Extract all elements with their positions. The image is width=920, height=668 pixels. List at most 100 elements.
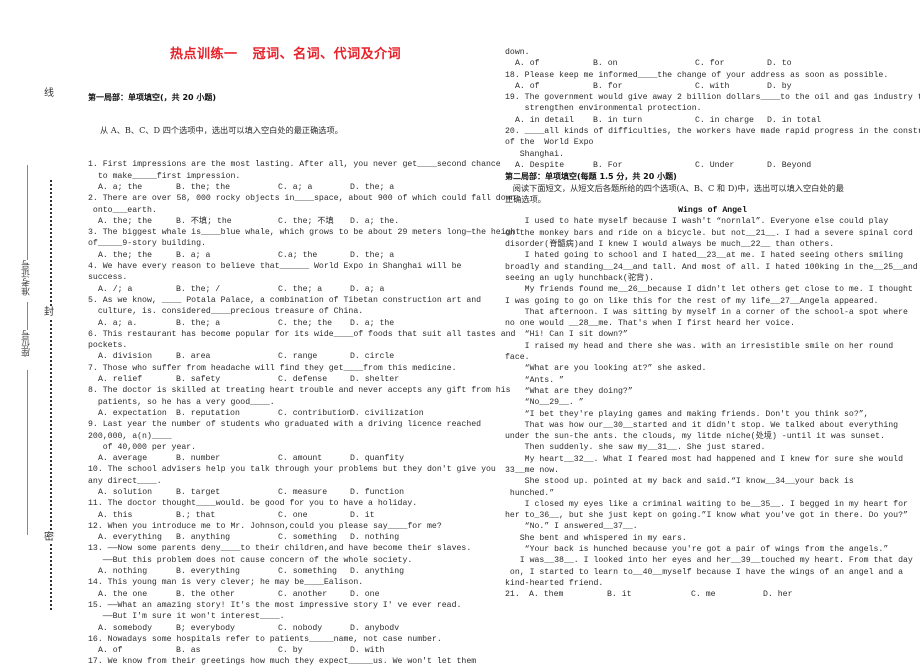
option-a[interactable]: A. of bbox=[515, 58, 540, 69]
option-a[interactable]: A. Despite bbox=[515, 160, 564, 171]
option-b[interactable]: B. as bbox=[176, 645, 201, 656]
option-c[interactable]: C. in charge bbox=[695, 115, 754, 126]
option-a[interactable]: A. a; a. bbox=[98, 318, 137, 329]
option-c[interactable]: C. contribution bbox=[278, 408, 352, 419]
option-b[interactable]: B. it bbox=[607, 589, 632, 600]
option-a[interactable]: A. relief bbox=[98, 374, 142, 385]
option-c[interactable]: C. nobody bbox=[278, 623, 322, 634]
option-c[interactable]: C. a; a bbox=[278, 182, 312, 193]
question-1-options: A. a; the B. the; the C. a; a D. the; a bbox=[88, 182, 498, 193]
option-c[interactable]: C. one bbox=[278, 510, 307, 521]
passage-line: on, I started to learn to__40__myself be… bbox=[505, 567, 903, 577]
option-c[interactable]: C. with bbox=[695, 81, 729, 92]
option-b[interactable]: B. a; a bbox=[176, 250, 210, 261]
option-c[interactable]: C. by bbox=[278, 645, 303, 656]
option-a[interactable]: A. the; the bbox=[98, 250, 152, 261]
option-b[interactable]: B. everything bbox=[176, 566, 240, 577]
option-a[interactable]: A. in detail bbox=[515, 115, 574, 126]
option-a[interactable]: A. average bbox=[98, 453, 147, 464]
option-c[interactable]: C. for bbox=[695, 58, 724, 69]
passage-line: I closed my eyes like a criminal waiting… bbox=[505, 499, 908, 509]
option-a[interactable]: A. them bbox=[529, 589, 563, 600]
option-a[interactable]: A. everything bbox=[98, 532, 162, 543]
option-a[interactable]: A. of bbox=[515, 81, 540, 92]
option-c[interactable]: C. me bbox=[691, 589, 716, 600]
question-3-stem: of_____9-story building. bbox=[88, 239, 206, 249]
option-c[interactable]: C. another bbox=[278, 589, 327, 600]
question-3-stem: 3. The biggest whale is____blue whale, w… bbox=[88, 228, 521, 238]
option-c[interactable]: C.a; the bbox=[278, 250, 317, 261]
option-c[interactable]: C. the; 不填 bbox=[278, 216, 334, 227]
option-d[interactable]: D. a; the bbox=[350, 318, 394, 329]
option-a[interactable]: A. expectation bbox=[98, 408, 167, 419]
option-b[interactable]: B. in turn bbox=[593, 115, 642, 126]
seat-number-blank bbox=[27, 370, 28, 535]
option-d[interactable]: D. to bbox=[767, 58, 792, 69]
option-c[interactable]: C. defense bbox=[278, 374, 327, 385]
option-b[interactable]: B. safety bbox=[176, 374, 220, 385]
option-d[interactable]: D. anything bbox=[350, 566, 404, 577]
question-17-stem: 17. We know from their greetings how muc… bbox=[88, 657, 477, 667]
question-5-options: A. a; a. B. the; a C. the; the D. a; the bbox=[88, 318, 498, 329]
option-d[interactable]: D. nothing bbox=[350, 532, 399, 543]
option-d[interactable]: D. with bbox=[350, 645, 384, 656]
option-c[interactable]: C. the; the bbox=[278, 318, 332, 329]
option-d[interactable]: D. a; a bbox=[350, 284, 384, 295]
option-c[interactable]: C. range bbox=[278, 351, 317, 362]
option-c[interactable]: C. measure bbox=[278, 487, 327, 498]
passage-line: That afternoon. I was sitting by myself … bbox=[505, 307, 908, 317]
option-d[interactable]: D. it bbox=[350, 510, 375, 521]
option-b[interactable]: B. for bbox=[593, 81, 622, 92]
option-d[interactable]: D. by bbox=[767, 81, 792, 92]
option-d[interactable]: D. function bbox=[350, 487, 404, 498]
option-d[interactable]: D. one bbox=[350, 589, 379, 600]
option-d[interactable]: D. circle bbox=[350, 351, 394, 362]
option-b[interactable]: B. 不填; the bbox=[176, 216, 232, 227]
option-a[interactable]: A. a; the bbox=[98, 182, 142, 193]
passage-line: “Hi! Can I sit down?” bbox=[505, 330, 628, 340]
option-a[interactable]: A. this bbox=[98, 510, 132, 521]
option-a[interactable]: A. /; a bbox=[98, 284, 132, 295]
option-a[interactable]: A. of bbox=[98, 645, 123, 656]
option-d[interactable]: D. her bbox=[763, 589, 792, 600]
option-d[interactable]: D. the; a bbox=[350, 250, 394, 261]
option-b[interactable]: B. on bbox=[593, 58, 618, 69]
option-b[interactable]: B. number bbox=[176, 453, 220, 464]
option-b[interactable]: B. the; / bbox=[176, 284, 220, 295]
option-b[interactable]: B.; that bbox=[176, 510, 215, 521]
option-b[interactable]: B. the; the bbox=[176, 182, 230, 193]
question-19-stem: 19. The government would give away 2 bil… bbox=[505, 93, 920, 103]
option-d[interactable]: D. anybodv bbox=[350, 623, 399, 634]
option-d[interactable]: D. shelter bbox=[350, 374, 399, 385]
option-d[interactable]: D. a; the. bbox=[350, 216, 399, 227]
passage-line: seeing an ugly hunchback(驼背). bbox=[505, 273, 655, 283]
option-b[interactable]: B. the other bbox=[176, 589, 235, 600]
option-a[interactable]: A. the one bbox=[98, 589, 147, 600]
option-a[interactable]: A. nothing bbox=[98, 566, 147, 577]
option-c[interactable]: C. amount bbox=[278, 453, 322, 464]
option-d[interactable]: D. in total bbox=[767, 115, 821, 126]
option-c[interactable]: C. the; a bbox=[278, 284, 322, 295]
passage-line: 33__me now. bbox=[505, 465, 560, 475]
option-d[interactable]: D. civilization bbox=[350, 408, 424, 419]
option-b[interactable]: B. reputation bbox=[176, 408, 240, 419]
question-8-options: A. expectation B. reputation C. contributi… bbox=[88, 408, 498, 419]
option-a[interactable]: A. division bbox=[98, 351, 152, 362]
option-b[interactable]: B; everybody bbox=[176, 623, 235, 634]
option-b[interactable]: B. area bbox=[176, 351, 210, 362]
option-a[interactable]: A. the; the bbox=[98, 216, 152, 227]
option-c[interactable]: C. Under bbox=[695, 160, 734, 171]
option-c[interactable]: C. something bbox=[278, 566, 337, 577]
option-a[interactable]: A. solution bbox=[98, 487, 152, 498]
option-b[interactable]: B. anything bbox=[176, 532, 230, 543]
option-a[interactable]: A. somebody bbox=[98, 623, 152, 634]
option-d[interactable]: D. the; a bbox=[350, 182, 394, 193]
option-c[interactable]: C. something bbox=[278, 532, 337, 543]
option-d[interactable]: D. quanfity bbox=[350, 453, 404, 464]
option-d[interactable]: D. Beyond bbox=[767, 160, 811, 171]
question-16-options: A. of B. as C. by D. with bbox=[88, 645, 498, 656]
passage-title: Wings of Angel bbox=[678, 206, 747, 216]
option-b[interactable]: B. target bbox=[176, 487, 220, 498]
option-b[interactable]: B. the; a bbox=[176, 318, 220, 329]
option-b[interactable]: B. For bbox=[593, 160, 622, 171]
